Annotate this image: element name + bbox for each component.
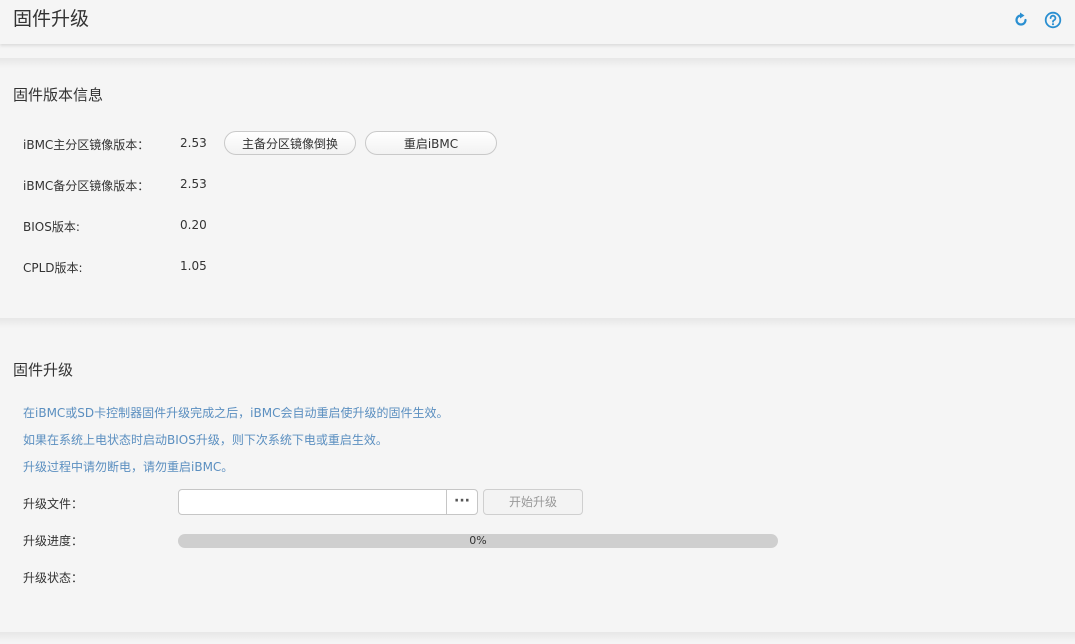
cpld-version-value: 1.05: [180, 259, 207, 273]
upgrade-progress-bar: 0%: [178, 534, 778, 548]
upgrade-progress-label: 升级进度：: [23, 534, 84, 548]
main-image-version-label: iBMC主分区镜像版本：: [23, 138, 150, 152]
upgrade-note-2: 如果在系统上电状态时启动BIOS升级，则下次系统下电或重启生效。: [23, 433, 388, 447]
version-info-title: 固件版本信息: [13, 86, 104, 104]
bios-version-label: BIOS版本:: [23, 220, 80, 234]
cpld-version-label: CPLD版本:: [23, 261, 83, 275]
upgrade-note-1: 在iBMC或SD卡控制器固件升级完成之后，iBMC会自动重启使升级的固件生效。: [23, 406, 449, 420]
switch-partition-button[interactable]: 主备分区镜像倒换: [224, 131, 356, 155]
page-header: 固件升级: [0, 0, 1075, 44]
browse-file-button[interactable]: ···: [446, 490, 477, 514]
start-upgrade-button[interactable]: 开始升级: [483, 489, 583, 515]
upgrade-file-label: 升级文件：: [23, 497, 84, 511]
main-image-version-value: 2.53: [180, 136, 207, 150]
page-title: 固件升级: [13, 8, 90, 30]
upgrade-file-input[interactable]: ···: [178, 489, 478, 515]
section-divider: [0, 632, 1075, 642]
upgrade-note-3: 升级过程中请勿断电，请勿重启iBMC。: [23, 460, 234, 474]
refresh-icon[interactable]: [1012, 11, 1030, 29]
backup-image-version-value: 2.53: [180, 177, 207, 191]
section-divider: [0, 318, 1075, 328]
help-icon[interactable]: [1044, 11, 1062, 29]
bios-version-value: 0.20: [180, 218, 207, 232]
backup-image-version-label: iBMC备分区镜像版本：: [23, 179, 150, 193]
section-divider: [0, 58, 1075, 68]
upgrade-title: 固件升级: [13, 361, 74, 379]
upgrade-status-label: 升级状态：: [23, 571, 84, 585]
upgrade-progress-text: 0%: [469, 534, 487, 547]
restart-ibmc-button[interactable]: 重启iBMC: [365, 131, 497, 155]
